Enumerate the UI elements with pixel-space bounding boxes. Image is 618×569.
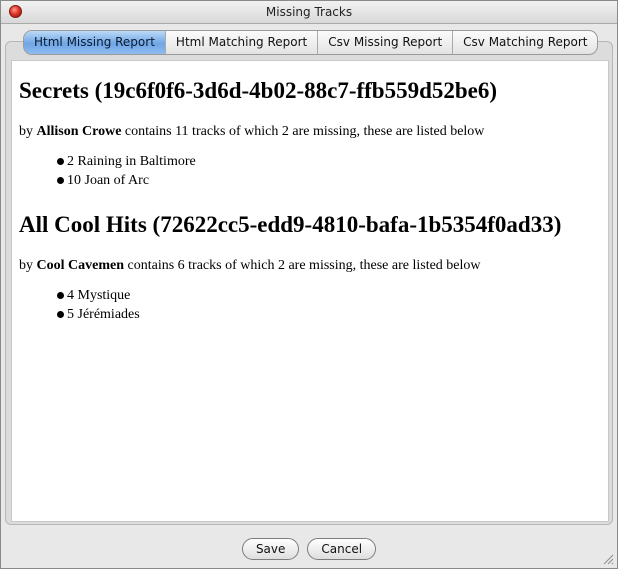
playlist-summary: by Cool Cavemen contains 6 tracks of whi…	[19, 257, 601, 275]
playlist-summary: by Allison Crowe contains 11 tracks of w…	[19, 123, 601, 141]
report-content[interactable]: Secrets (19c6f0f6-3d6d-4b02-88c7-ffb559d…	[11, 60, 609, 522]
artist-name: Allison Crowe	[36, 124, 122, 139]
list-item: 10 Joan of Arc	[57, 171, 601, 190]
track-label: 2 Raining in Baltimore	[67, 154, 196, 169]
bullet-icon	[57, 177, 64, 184]
title-bar[interactable]: Missing Tracks	[1, 1, 617, 24]
missing-track-list: 4 Mystique 5 Jérémiades	[57, 286, 601, 324]
cancel-button[interactable]: Cancel	[307, 538, 377, 560]
tab-csv-matching-report[interactable]: Csv Matching Report	[452, 31, 597, 54]
list-item: 4 Mystique	[57, 286, 601, 305]
resize-grip-icon[interactable]	[602, 553, 614, 565]
by-prefix: by	[19, 124, 33, 139]
by-prefix: by	[19, 258, 33, 273]
artist-name: Cool Cavemen	[36, 258, 125, 273]
report-tabs: Html Missing Report Html Matching Report…	[23, 30, 599, 55]
tab-html-matching-report[interactable]: Html Matching Report	[164, 31, 317, 54]
missing-tracks-window: Missing Tracks Html Missing Report Html …	[0, 0, 618, 569]
summary-text: contains 11 tracks of which 2 are missin…	[124, 124, 485, 139]
tab-html-missing-report[interactable]: Html Missing Report	[24, 31, 165, 54]
track-label: 10 Joan of Arc	[67, 173, 150, 188]
tab-csv-missing-report[interactable]: Csv Missing Report	[317, 31, 452, 54]
missing-track-list: 2 Raining in Baltimore 10 Joan of Arc	[57, 152, 601, 190]
track-label: 4 Mystique	[67, 288, 131, 303]
window-title: Missing Tracks	[265, 5, 353, 19]
bullet-icon	[57, 158, 64, 165]
list-item: 5 Jérémiades	[57, 305, 601, 324]
playlist-heading: All Cool Hits (72622cc5-edd9-4810-bafa-1…	[19, 212, 562, 237]
tab-panel: Secrets (19c6f0f6-3d6d-4b02-88c7-ffb559d…	[5, 41, 613, 525]
playlist-heading: Secrets (19c6f0f6-3d6d-4b02-88c7-ffb559d…	[19, 78, 498, 103]
dialog-buttons: Save Cancel	[1, 538, 617, 560]
bullet-icon	[57, 311, 64, 318]
track-label: 5 Jérémiades	[67, 307, 140, 322]
list-item: 2 Raining in Baltimore	[57, 152, 601, 171]
summary-text: contains 6 tracks of which 2 are missing…	[127, 258, 481, 273]
bullet-icon	[57, 292, 64, 299]
save-button[interactable]: Save	[241, 538, 300, 560]
